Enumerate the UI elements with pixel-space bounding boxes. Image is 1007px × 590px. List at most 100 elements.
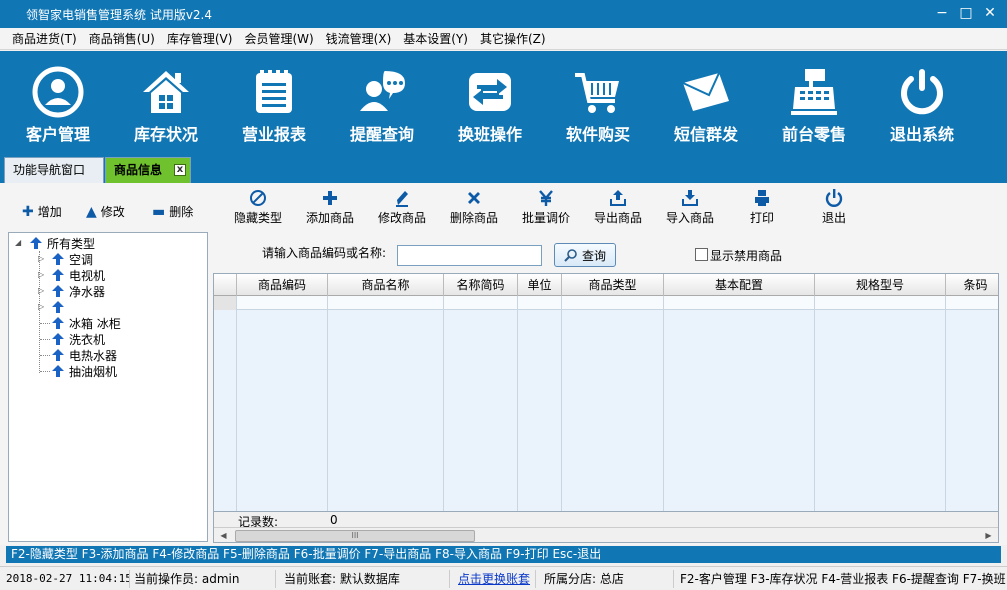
printer-icon xyxy=(755,190,769,206)
column-divider xyxy=(327,296,328,511)
exit-label: 退出 xyxy=(821,211,846,225)
column-header[interactable]: 条码 xyxy=(946,274,998,296)
maximize-icon[interactable]: □ xyxy=(959,4,973,22)
edit-category-button[interactable]: ▲ 修改 xyxy=(86,203,125,220)
minimize-icon[interactable]: − xyxy=(935,4,949,22)
row-header[interactable] xyxy=(214,296,237,310)
tree-node[interactable]: 电热水器 xyxy=(51,347,117,363)
expand-icon[interactable]: ▷ xyxy=(38,270,44,279)
column-divider xyxy=(663,296,664,511)
import-icon xyxy=(682,190,698,206)
exit-button[interactable]: 退出 xyxy=(798,188,870,226)
tab-close-icon[interactable]: x xyxy=(174,164,186,176)
tree-root[interactable]: 所有类型 xyxy=(29,235,95,251)
arrow-up-icon xyxy=(52,301,64,313)
pencil-icon xyxy=(396,191,408,207)
column-header[interactable]: 名称简码 xyxy=(444,274,518,296)
delete-category-button[interactable]: ▬ 删除 xyxy=(152,203,193,220)
column-divider xyxy=(517,296,518,511)
category-tree[interactable]: ◢ 所有类型 ▷ 空调 ▷ 电视机 ▷ 净水器 ▷ 冰箱 冰柜 洗衣机 电热水器… xyxy=(8,232,208,542)
tab-product-info[interactable]: 商品信息 x xyxy=(105,157,191,183)
tree-node-label: 冰箱 冰柜 xyxy=(69,316,121,331)
show-disabled-checkbox[interactable] xyxy=(695,248,708,261)
sms-button[interactable]: 短信群发 xyxy=(652,51,760,150)
triangle-up-icon: ▲ xyxy=(86,203,97,220)
tree-node[interactable]: 电视机 xyxy=(51,267,105,283)
scroll-left-icon[interactable]: ◀ xyxy=(216,529,231,542)
tree-node-label: 电热水器 xyxy=(69,348,118,363)
delete-product-label: 删除商品 xyxy=(449,211,498,225)
expand-icon[interactable]: ▷ xyxy=(38,302,44,311)
exit-system-button[interactable]: 退出系统 xyxy=(868,51,976,150)
batch-price-button[interactable]: 批量调价 xyxy=(510,188,582,226)
menu-cashflow[interactable]: 钱流管理(X) xyxy=(320,29,398,49)
column-header[interactable]: 单位 xyxy=(518,274,562,296)
column-header[interactable]: 商品名称 xyxy=(328,274,444,296)
tree-node-label: 洗衣机 xyxy=(69,332,106,347)
export-button[interactable]: 导出商品 xyxy=(582,188,654,226)
hide-type-label: 隐藏类型 xyxy=(233,211,282,225)
column-header[interactable]: 商品类型 xyxy=(562,274,664,296)
export-icon xyxy=(610,190,626,206)
column-divider xyxy=(561,296,562,511)
edit-category-label: 修改 xyxy=(100,205,125,219)
menu-other[interactable]: 其它操作(Z) xyxy=(474,29,552,49)
customer-button[interactable]: 客户管理 xyxy=(4,51,112,150)
add-product-label: 添加商品 xyxy=(305,211,354,225)
tree-node[interactable]: 洗衣机 xyxy=(51,331,105,347)
tree-node[interactable]: 冰箱 冰柜 xyxy=(51,315,121,331)
table-row[interactable] xyxy=(214,296,998,310)
tree-root-label: 所有类型 xyxy=(47,236,96,251)
main-toolbar: 客户管理 库存状况 营业报表 提醒查询 换班操作 软件购买 短信群发 前台零售 … xyxy=(0,51,1007,150)
mail-icon xyxy=(682,72,729,111)
status-datetime: 2018-02-27 11:04:15 xyxy=(2,570,130,588)
switch-account-link[interactable]: 点击更换账套 xyxy=(454,570,536,588)
stock-button[interactable]: 库存状况 xyxy=(112,51,220,150)
search-button[interactable]: 查询 xyxy=(554,243,616,267)
tree-node[interactable]: 抽油烟机 xyxy=(51,363,117,379)
hide-type-button[interactable]: 隐藏类型 xyxy=(222,188,294,226)
menu-inventory[interactable]: 库存管理(V) xyxy=(161,29,239,49)
column-header[interactable]: 商品编码 xyxy=(237,274,328,296)
collapse-icon[interactable]: ◢ xyxy=(15,238,21,247)
horizontal-scrollbar[interactable]: ◀ III ▶ xyxy=(214,527,998,542)
add-category-button[interactable]: ✚ 增加 xyxy=(22,203,62,220)
report-icon xyxy=(256,70,292,113)
add-product-button[interactable]: 添加商品 xyxy=(294,188,366,226)
menu-sales[interactable]: 商品销售(U) xyxy=(83,29,161,49)
menu-settings[interactable]: 基本设置(Y) xyxy=(397,29,474,49)
edit-product-button[interactable]: 修改商品 xyxy=(366,188,438,226)
expand-icon[interactable]: ▷ xyxy=(38,254,44,263)
search-input[interactable] xyxy=(397,245,542,266)
arrow-up-icon xyxy=(52,317,64,329)
print-button[interactable]: 打印 xyxy=(726,188,798,226)
tree-node[interactable] xyxy=(51,299,69,315)
show-disabled-label: 显示禁用商品 xyxy=(710,249,783,263)
expand-icon[interactable]: ▷ xyxy=(38,286,44,295)
status-account: 当前账套: 默认数据库 xyxy=(280,570,450,588)
retail-button[interactable]: 前台零售 xyxy=(760,51,868,150)
yen-icon xyxy=(539,190,553,206)
import-button[interactable]: 导入商品 xyxy=(654,188,726,226)
close-icon[interactable]: ✕ xyxy=(983,4,997,22)
report-button[interactable]: 营业报表 xyxy=(220,51,328,150)
menu-members[interactable]: 会员管理(W) xyxy=(238,29,319,49)
reminder-button[interactable]: 提醒查询 xyxy=(328,51,436,150)
purchase-button[interactable]: 软件购买 xyxy=(544,51,652,150)
tree-node[interactable]: 净水器 xyxy=(51,283,105,299)
status-branch: 所属分店: 总店 xyxy=(540,570,674,588)
delete-product-button[interactable]: 删除商品 xyxy=(438,188,510,226)
house-icon xyxy=(143,71,189,113)
arrow-up-icon xyxy=(30,237,42,249)
column-header[interactable]: 规格型号 xyxy=(815,274,946,296)
product-table[interactable]: 商品编码 商品名称 名称简码 单位 商品类型 基本配置 规格型号 条码 记录数:… xyxy=(213,273,999,543)
scroll-right-icon[interactable]: ▶ xyxy=(981,529,996,542)
tab-navigation[interactable]: 功能导航窗口 xyxy=(4,157,104,183)
cart-icon xyxy=(575,73,619,113)
shift-button[interactable]: 换班操作 xyxy=(436,51,544,150)
tree-node[interactable]: 空调 xyxy=(51,251,93,267)
import-label: 导入商品 xyxy=(665,211,714,225)
scroll-thumb[interactable]: III xyxy=(235,530,475,542)
menu-purchase[interactable]: 商品进货(T) xyxy=(6,29,83,49)
column-header[interactable]: 基本配置 xyxy=(664,274,815,296)
